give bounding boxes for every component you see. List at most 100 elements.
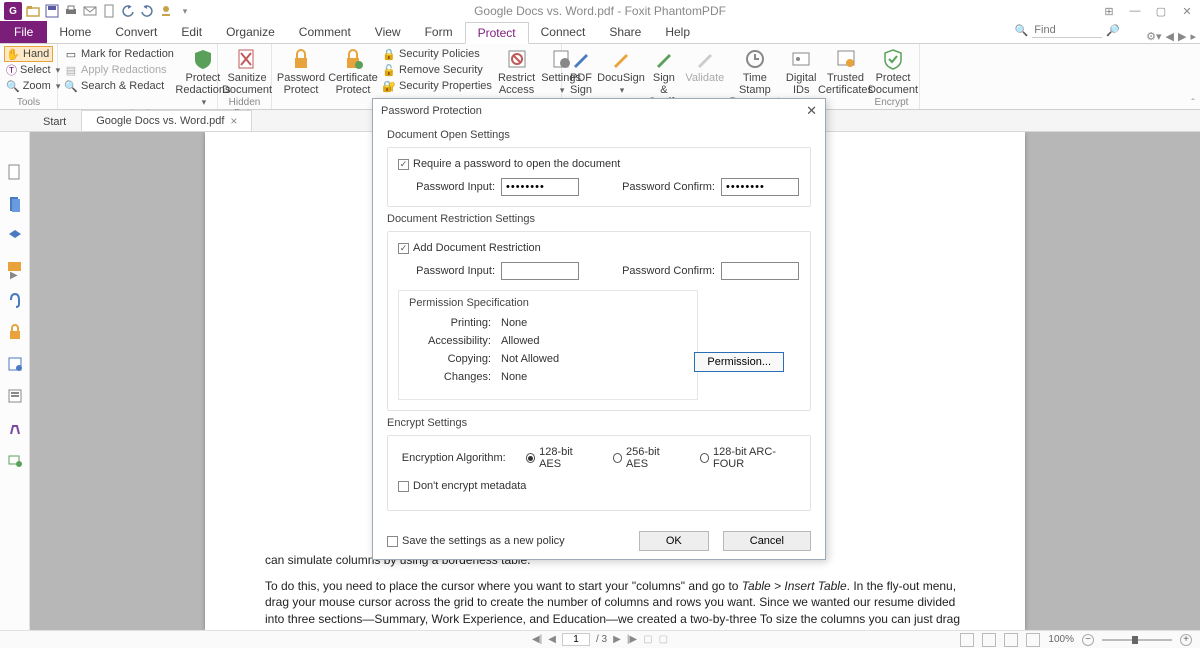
redo-icon[interactable] (139, 3, 155, 19)
pdf-sign-button[interactable]: PDF Sign (566, 46, 596, 96)
select-icon: Ⓣ (6, 63, 17, 77)
search-input[interactable] (1032, 23, 1102, 38)
tab-comment[interactable]: Comment (287, 21, 363, 43)
copying-label: Copying: (409, 353, 491, 365)
prev-page-icon[interactable]: ◀ (548, 634, 556, 645)
hand-icon: ✋ (6, 47, 20, 61)
tab-organize[interactable]: Organize (214, 21, 287, 43)
zoom-out-icon[interactable]: − (1082, 634, 1094, 646)
page-number-input[interactable] (562, 633, 590, 646)
view-continuous-facing-icon[interactable] (1026, 633, 1040, 647)
id-icon (788, 48, 814, 70)
layers-panel-icon[interactable] (5, 226, 25, 246)
tab-protect[interactable]: Protect (465, 22, 529, 44)
nav-extra-icon[interactable]: ▢ (659, 634, 668, 645)
permission-button[interactable]: Permission... (694, 352, 784, 372)
tab-connect[interactable]: Connect (529, 21, 598, 43)
certificate-protect-button[interactable]: Certificate Protect (328, 46, 378, 96)
nav-extra-icon[interactable]: ▢ (643, 634, 652, 645)
first-page-icon[interactable]: ◀| (532, 634, 542, 645)
close-window-icon[interactable]: ✕ (1178, 3, 1196, 19)
tab-share[interactable]: Share (597, 21, 653, 43)
radio-icon (700, 453, 709, 463)
open-icon[interactable] (25, 3, 41, 19)
nav-next-icon[interactable]: ▶ (1178, 30, 1186, 43)
algo-128-arc-radio[interactable]: 128-bit ARC-FOUR (700, 446, 800, 470)
page-text-2: To do this, you need to place the cursor… (265, 578, 965, 630)
hand-tool[interactable]: ✋Hand (4, 46, 53, 62)
view-facing-icon[interactable] (1004, 633, 1018, 647)
protect-document-button[interactable]: Protect Document (868, 46, 918, 96)
print-icon[interactable] (63, 3, 79, 19)
tab-help[interactable]: Help (653, 21, 702, 43)
algo-128-aes-radio[interactable]: 128-bit AES (526, 446, 593, 470)
maximize-icon[interactable]: ▢ (1152, 3, 1170, 19)
new-icon[interactable] (101, 3, 117, 19)
add-restriction-checkbox[interactable]: ✓Add Document Restriction (398, 242, 800, 254)
props-icon: 🔐 (382, 79, 396, 93)
settings-gear-icon[interactable]: ⚙▾ (1146, 30, 1161, 43)
copying-value: Not Allowed (501, 353, 559, 365)
search-redact-button[interactable]: 🔍Search & Redact (62, 78, 176, 94)
nav-prev-icon[interactable]: ◀ (1166, 30, 1174, 43)
pages-panel-icon[interactable] (5, 162, 25, 182)
zoom-slider[interactable] (1102, 639, 1172, 641)
digital-ids-button[interactable]: Digital IDs (784, 46, 819, 96)
open-confirm-input[interactable] (721, 178, 799, 196)
tab-start[interactable]: Start (28, 112, 81, 131)
attachments-panel-icon[interactable] (5, 290, 25, 310)
dont-encrypt-metadata-checkbox[interactable]: Don't encrypt metadata (398, 480, 800, 492)
ok-button[interactable]: OK (639, 531, 709, 551)
trusted-certs-button[interactable]: Trusted Certificates (821, 46, 871, 96)
tab-convert[interactable]: Convert (103, 21, 169, 43)
search-go-icon[interactable]: 🔎 (1106, 24, 1120, 37)
stamp-icon[interactable] (158, 3, 174, 19)
cancel-button[interactable]: Cancel (723, 531, 811, 551)
mail-icon[interactable] (82, 3, 98, 19)
bookmarks-panel-icon[interactable] (5, 194, 25, 214)
security-panel-icon[interactable] (5, 322, 25, 342)
restrict-confirm-input[interactable] (721, 262, 799, 280)
undo-icon[interactable] (120, 3, 136, 19)
zoom-in-icon[interactable]: + (1180, 634, 1192, 646)
select-tool[interactable]: ⓉSelect (4, 62, 53, 78)
open-password-input[interactable] (501, 178, 579, 196)
next-page-icon[interactable]: ▶ (613, 634, 621, 645)
tab-document[interactable]: Google Docs vs. Word.pdf× (81, 110, 252, 131)
tab-file[interactable]: File (0, 21, 47, 43)
security-policies-button[interactable]: 🔒Security Policies (380, 46, 494, 62)
nav-flag-icon[interactable]: ▸ (1190, 30, 1196, 43)
signatures-panel-icon[interactable] (5, 354, 25, 374)
save-policy-checkbox[interactable]: Save the settings as a new policy (387, 535, 565, 547)
search-icon[interactable]: 🔍 (1015, 24, 1029, 37)
security-properties-button[interactable]: 🔐Security Properties (380, 78, 494, 94)
fields-panel-icon[interactable] (5, 386, 25, 406)
expand-rail-icon[interactable]: ▶ (10, 270, 18, 281)
last-page-icon[interactable]: |▶ (627, 634, 637, 645)
tab-home[interactable]: Home (47, 21, 103, 43)
zoom-handle[interactable] (1132, 636, 1138, 644)
ribbon-collapse-icon[interactable]: ˆ (1186, 44, 1200, 109)
tags-panel-icon[interactable] (5, 450, 25, 470)
view-single-icon[interactable] (960, 633, 974, 647)
minimize-icon[interactable]: — (1126, 3, 1144, 19)
close-icon[interactable]: ✕ (806, 103, 817, 119)
restrict-password-input[interactable] (501, 262, 579, 280)
tab-edit[interactable]: Edit (169, 21, 214, 43)
grid-icon[interactable]: ⊞ (1100, 3, 1118, 19)
stamp-panel-icon[interactable] (5, 418, 25, 438)
require-password-checkbox[interactable]: ✓Require a password to open the document (398, 158, 800, 170)
zoom-tool[interactable]: 🔍Zoom (4, 78, 53, 94)
qat-more[interactable]: ▾ (177, 3, 193, 19)
password-protect-button[interactable]: Password Protect (276, 46, 326, 96)
remove-security-button[interactable]: 🔓Remove Security (380, 62, 494, 78)
save-icon[interactable] (44, 3, 60, 19)
algo-256-aes-radio[interactable]: 256-bit AES (613, 446, 680, 470)
view-continuous-icon[interactable] (982, 633, 996, 647)
docusign-button[interactable]: DocuSign (598, 46, 644, 96)
sanitize-button[interactable]: Sanitize Document (222, 46, 272, 96)
tab-view[interactable]: View (363, 21, 413, 43)
close-icon[interactable]: × (230, 114, 237, 128)
tab-form[interactable]: Form (413, 21, 465, 43)
mark-redaction-button[interactable]: ▭Mark for Redaction (62, 46, 176, 62)
